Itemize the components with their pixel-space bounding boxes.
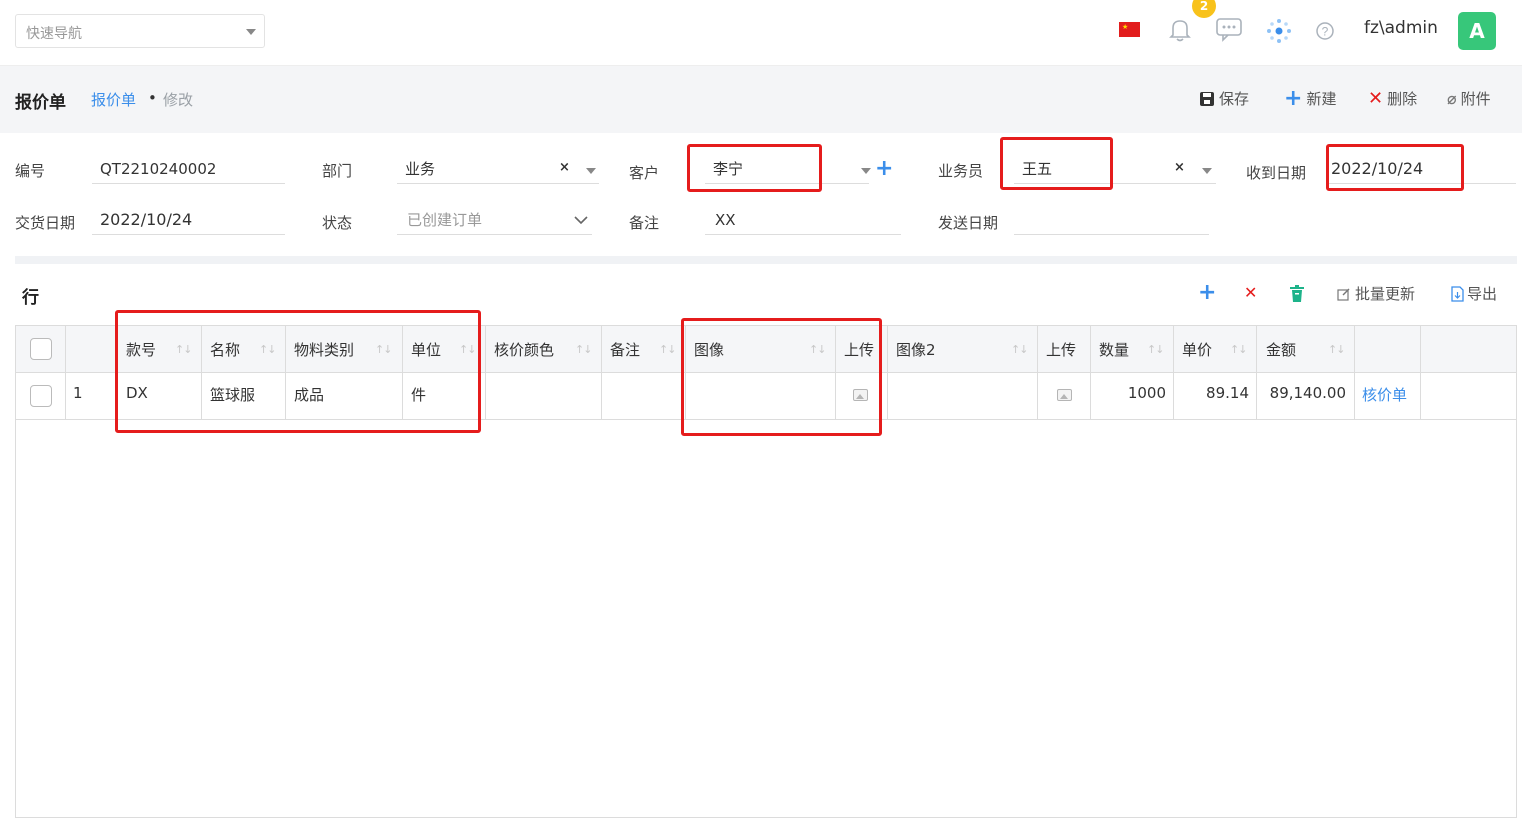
col-sep: [1420, 326, 1421, 419]
highlight-item-columns: [115, 310, 481, 433]
attach-button[interactable]: ⌀ 附件: [1447, 88, 1491, 109]
sort-icon[interactable]: ↑↓: [1328, 343, 1345, 356]
batch-update-label: 批量更新: [1355, 285, 1416, 303]
paperclip-icon: ⌀: [1447, 88, 1457, 108]
highlight-customer: [687, 144, 822, 192]
edit-icon: [1337, 288, 1350, 301]
plus-icon: +: [1284, 85, 1303, 111]
bell-icon[interactable]: [1166, 16, 1194, 48]
col-sep: [887, 326, 888, 419]
chevron-down-icon[interactable]: [1202, 168, 1212, 174]
svg-text:?: ?: [1322, 25, 1329, 39]
customer-label: 客户: [629, 164, 660, 182]
header-price-color[interactable]: 核价颜色: [494, 339, 554, 360]
col-sep: [485, 326, 486, 419]
header-amount[interactable]: 金额: [1266, 339, 1296, 360]
remark-label: 备注: [629, 214, 660, 232]
remark-field[interactable]: XX: [705, 205, 901, 235]
add-line-icon[interactable]: +: [1198, 280, 1216, 305]
sort-icon[interactable]: ↑↓: [575, 343, 592, 356]
send-date-field[interactable]: [1014, 205, 1209, 235]
col-sep: [1256, 326, 1257, 419]
cell-amount: 89,140.00: [1269, 384, 1346, 402]
breadcrumb-separator: •: [148, 89, 157, 107]
sort-icon[interactable]: ↑↓: [659, 343, 676, 356]
chevron-down-icon[interactable]: [573, 214, 589, 226]
status-select[interactable]: 已创建订单: [397, 205, 592, 235]
chevron-down-icon[interactable]: [586, 168, 596, 174]
export-icon: [1451, 285, 1464, 302]
lines-title: 行: [22, 288, 39, 308]
quick-nav-select[interactable]: 快速导航: [15, 14, 265, 48]
col-sep: [601, 326, 602, 419]
dept-label: 部门: [322, 162, 353, 180]
sort-icon[interactable]: ↑↓: [1011, 343, 1028, 356]
col-sep: [1090, 326, 1091, 419]
col-sep: [1173, 326, 1174, 419]
cell-qty[interactable]: 1000: [1099, 384, 1166, 402]
col-sep: [1037, 326, 1038, 419]
header-qty[interactable]: 数量: [1099, 339, 1129, 360]
delete-button[interactable]: ✕ 删除: [1368, 88, 1417, 109]
highlight-image-columns: [681, 318, 882, 436]
user-name[interactable]: fz\admin: [1364, 18, 1438, 38]
section-divider: [15, 256, 1517, 264]
remove-line-icon[interactable]: ✕: [1244, 283, 1257, 302]
status-label: 状态: [322, 214, 353, 232]
save-label: 保存: [1219, 90, 1250, 108]
message-icon[interactable]: [1215, 16, 1243, 46]
help-icon[interactable]: ?: [1315, 21, 1335, 45]
title-bar: 报价单 报价单 • 修改 保存 + 新建 ✕ 删除 ⌀ 附件: [0, 66, 1522, 133]
clear-salesman-icon[interactable]: ×: [1174, 160, 1185, 175]
breadcrumb-link[interactable]: 报价单: [91, 89, 136, 110]
select-all-checkbox[interactable]: [30, 338, 52, 360]
notification-badge: 2: [1192, 0, 1216, 18]
page-title: 报价单: [15, 93, 66, 113]
batch-update-button[interactable]: 批量更新: [1337, 283, 1415, 304]
col-sep: [65, 326, 66, 419]
received-date-label: 收到日期: [1246, 164, 1307, 182]
trash-icon[interactable]: [1289, 285, 1305, 303]
highlight-salesman: [1000, 137, 1113, 190]
header-remark[interactable]: 备注: [610, 339, 640, 360]
code-field[interactable]: QT2210240002: [92, 154, 285, 184]
salesman-label: 业务员: [938, 162, 984, 180]
save-icon: [1200, 91, 1214, 106]
delete-label: 删除: [1387, 90, 1418, 108]
delivery-date-field[interactable]: 2022/10/24: [92, 205, 285, 235]
row-checkbox[interactable]: [30, 385, 52, 407]
china-flag-icon[interactable]: ★: [1119, 22, 1140, 37]
cell-unit-price[interactable]: 89.14: [1182, 384, 1249, 402]
attach-label: 附件: [1460, 90, 1491, 108]
highlight-received-date: [1326, 144, 1464, 191]
price-sheet-link[interactable]: 核价单: [1362, 384, 1407, 405]
quick-nav-placeholder: 快速导航: [26, 26, 82, 42]
close-icon: ✕: [1368, 87, 1384, 109]
breadcrumb-current: 修改: [163, 91, 194, 109]
save-button[interactable]: 保存: [1199, 88, 1249, 109]
header-upload2[interactable]: 上传: [1046, 339, 1076, 360]
clear-dept-icon[interactable]: ×: [559, 160, 570, 175]
row-number: 1: [73, 384, 83, 402]
header-unit-price[interactable]: 单价: [1182, 339, 1212, 360]
sort-icon[interactable]: ↑↓: [1147, 343, 1164, 356]
new-label: 新建: [1306, 90, 1337, 108]
export-button[interactable]: 导出: [1451, 283, 1497, 304]
header-image2[interactable]: 图像2: [896, 339, 936, 360]
upload-image2-icon[interactable]: [1057, 389, 1072, 401]
send-date-label: 发送日期: [938, 214, 999, 232]
code-label: 编号: [15, 162, 46, 180]
avatar[interactable]: A: [1458, 12, 1496, 50]
sort-icon[interactable]: ↑↓: [1230, 343, 1247, 356]
delivery-date-label: 交货日期: [15, 214, 76, 232]
loading-spinner-icon[interactable]: [1265, 17, 1293, 49]
export-label: 导出: [1467, 285, 1498, 303]
add-customer-icon[interactable]: +: [875, 156, 893, 181]
chevron-down-icon[interactable]: [861, 168, 871, 174]
chevron-down-icon: [246, 29, 256, 35]
new-button[interactable]: + 新建: [1284, 85, 1337, 111]
col-sep: [1354, 326, 1355, 419]
top-bar: 快速导航 ★ 2 ? fz\admin A: [0, 0, 1522, 66]
